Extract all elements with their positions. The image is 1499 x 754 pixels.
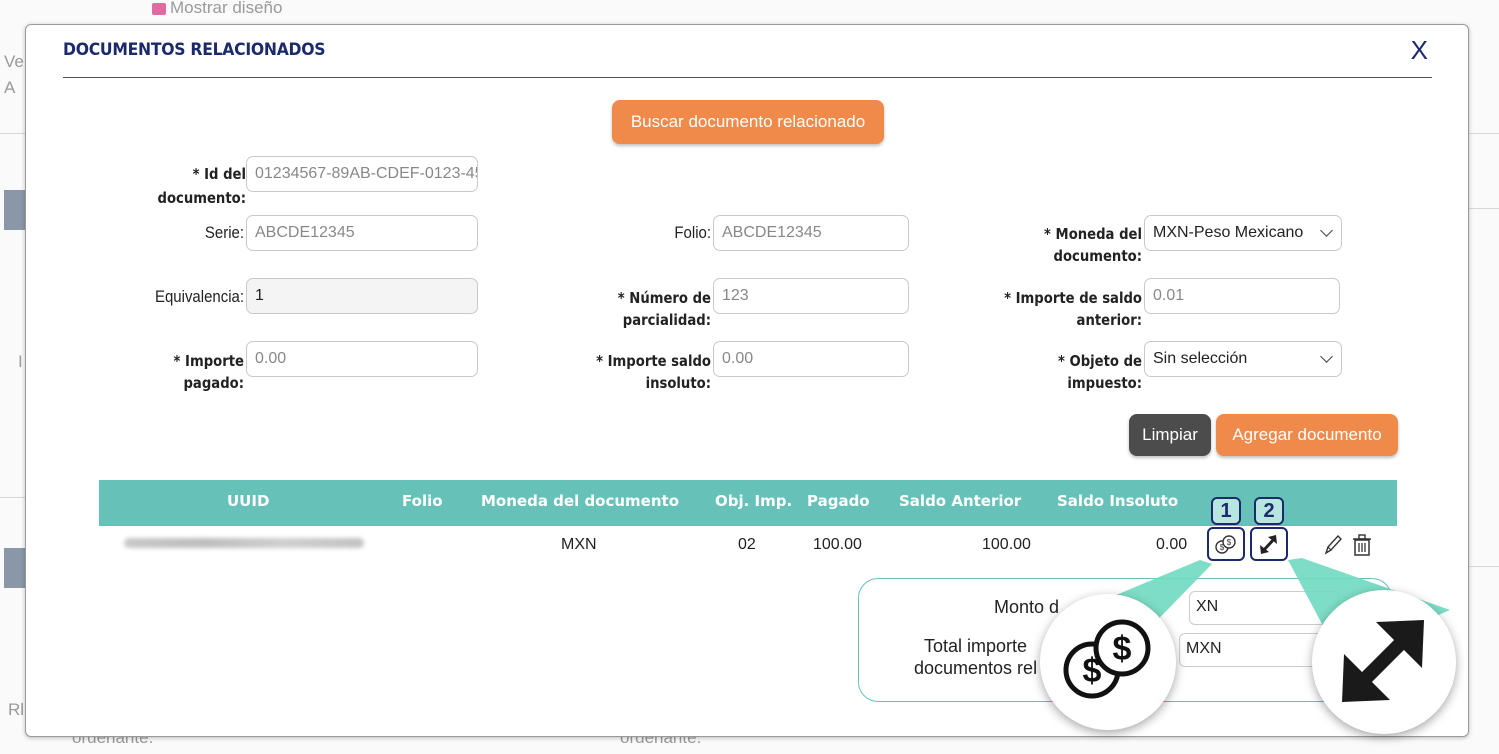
installment-number-input[interactable]: 123 [713,278,909,314]
title-divider [63,77,1432,78]
background-section-marker [4,190,26,230]
previous-balance-input[interactable]: 0.01 [1144,278,1340,314]
paid-amount-input[interactable]: 0.00 [246,341,478,377]
chevron-down-icon [1320,350,1333,363]
background-divider [1469,133,1499,134]
column-header-folio: Folio [402,492,443,510]
background-divider [1469,208,1499,209]
add-document-button[interactable]: Agregar documento [1216,414,1398,456]
expand-arrows-icon [1342,620,1424,702]
outstanding-balance-input[interactable]: 0.00 [713,341,909,377]
currency-label: * Moneda del documento: [1044,225,1142,265]
zoom-callout-expand [1312,590,1456,734]
outstanding-balance-label: * Importe saldo insoluto: [596,352,711,392]
related-documents-modal: DOCUMENTOS RELACIONADOS X Buscar documen… [25,24,1469,737]
background-divider [1469,566,1499,567]
column-header-tax-object: Obj. Imp. [715,492,793,510]
background-section-marker [4,548,26,588]
chevron-down-icon [1320,224,1333,237]
cell-tax-object: 02 [738,536,756,553]
background-divider [0,497,25,498]
clear-button[interactable]: Limpiar [1129,414,1211,456]
installment-number-label: * Número de parcialidad: [617,289,711,329]
document-id-input[interactable]: 01234567-89AB-CDEF-0123-456 [246,156,478,192]
svg-text:$: $ [1227,538,1232,547]
svg-text:$: $ [1220,543,1225,552]
background-divider [0,133,25,134]
blurred-uuid [124,538,364,548]
paid-amount-label: * Importe pagado: [173,352,244,392]
cell-previous-balance: 100.00 [982,536,1031,553]
documents-table-header: UUID Folio Moneda del documento Obj. Imp… [99,480,1397,526]
column-header-uuid: UUID [227,492,270,510]
previous-balance-label: * Importe de saldo anterior: [1004,289,1142,329]
background-fragment: Ve [4,52,24,71]
marker-1: 1 [1211,497,1241,525]
folio-label: Folio: [674,223,711,242]
background-fragment: A [4,78,16,97]
currency-select[interactable]: MXN-Peso Mexicano [1144,215,1342,251]
zoom-callout-coins: $ $ [1040,594,1176,730]
marker-2: 2 [1254,497,1284,525]
tax-object-label: * Objeto de impuesto: [1057,352,1142,392]
column-header-paid: Pagado [807,492,870,510]
cell-paid: 100.00 [813,536,862,553]
modal-title: DOCUMENTOS RELACIONADOS [63,40,326,60]
cell-currency: MXN [561,536,597,553]
column-header-previous-balance: Saldo Anterior [899,492,1022,510]
folio-input[interactable]: ABCDE12345 [713,215,909,251]
close-button[interactable]: X [1411,35,1428,66]
background-fragment: I [18,352,23,371]
document-id-label-2: documento: [157,189,246,207]
column-header-outstanding-balance: Saldo Insoluto [1057,492,1179,510]
search-related-document-button[interactable]: Buscar documento relacionado [612,100,884,144]
background-show-design: Mostrar diseño [152,0,282,18]
svg-text:$: $ [1083,652,1102,690]
document-id-label: * Id del [192,165,246,183]
total-label: Total importe documentos rel [914,636,1038,678]
equivalence-label: Equivalencia: [155,287,244,306]
checkbox-icon [152,2,166,15]
equivalence-input: 1 [246,278,478,314]
background-fragment: Rl [8,700,25,719]
column-header-currency: Moneda del documento [481,492,680,510]
serie-label: Serie: [204,223,244,242]
tax-object-select[interactable]: Sin selección [1144,341,1342,377]
coins-icon: $ $ [1063,619,1151,699]
serie-input[interactable]: ABCDE12345 [246,215,478,251]
svg-text:$: $ [1113,630,1132,668]
